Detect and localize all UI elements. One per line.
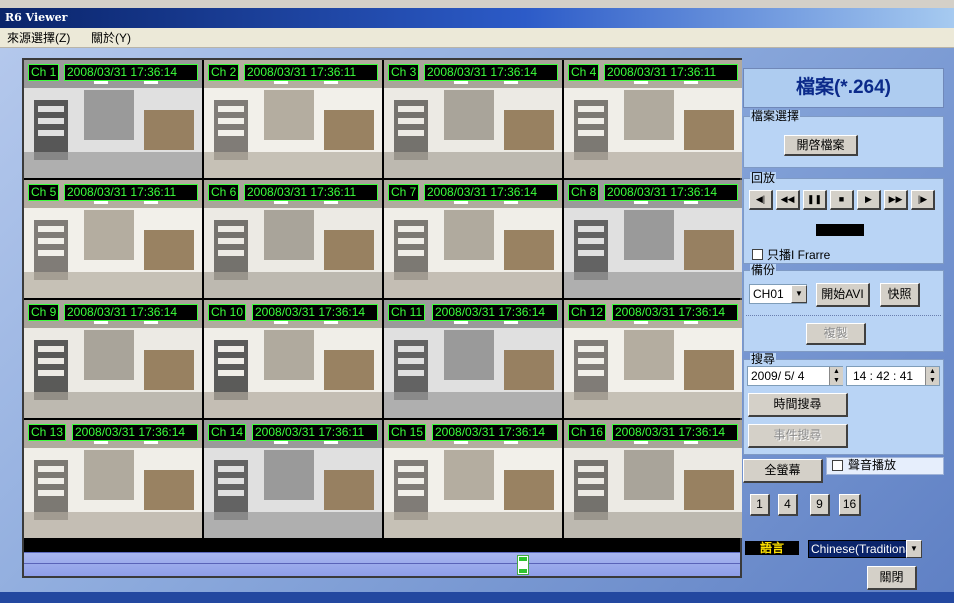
- date-spin-icon[interactable]: ▲ ▼: [829, 367, 843, 385]
- iframe-only-label: 只播I Frarre: [767, 248, 831, 262]
- timeline-track-top: [24, 540, 740, 552]
- camera-timestamp: 2008/03/31 17:36:14: [64, 64, 198, 81]
- layout-9-button[interactable]: 9: [810, 494, 830, 516]
- camera-channel-label: Ch 5: [28, 184, 60, 201]
- menu-source-select[interactable]: 來源選擇(Z): [7, 30, 70, 46]
- language-label: 語言: [745, 541, 799, 555]
- camera-view[interactable]: Ch 1 2008/03/31 17:36:14: [24, 60, 202, 178]
- divider: [746, 315, 941, 316]
- camera-timestamp: 2008/03/31 17:36:11: [244, 64, 378, 81]
- camera-timestamp: 2008/03/31 17:36:14: [72, 424, 198, 441]
- camera-channel-label: Ch 11: [388, 304, 426, 321]
- time-search-button[interactable]: 時間搜尋: [748, 393, 848, 417]
- window-title: R6 Viewer: [0, 8, 954, 28]
- iframe-only-checkbox[interactable]: [752, 249, 763, 260]
- close-button[interactable]: 關閉: [867, 566, 917, 590]
- camera-timestamp: 2008/03/31 17:36:14: [424, 64, 558, 81]
- camera-channel-label: Ch 2: [208, 64, 240, 81]
- playback-title: 回放: [750, 171, 777, 185]
- camera-timestamp: 2008/03/31 17:36:14: [64, 304, 198, 321]
- rewind-icon[interactable]: ◀◀: [776, 190, 800, 210]
- camera-channel-label: Ch 12: [568, 304, 607, 321]
- camera-channel-label: Ch 13: [28, 424, 67, 441]
- camera-channel-label: Ch 7: [388, 184, 420, 201]
- camera-view[interactable]: Ch 11 2008/03/31 17:36:14: [384, 300, 562, 418]
- camera-channel-label: Ch 3: [388, 64, 420, 81]
- camera-channel-label: Ch 16: [568, 424, 607, 441]
- file-select-group: 檔案選擇 開啓檔案: [743, 110, 944, 168]
- backup-title: 備份: [750, 263, 777, 277]
- fullscreen-button[interactable]: 全螢幕: [743, 459, 823, 483]
- playback-timeline[interactable]: [24, 552, 740, 576]
- camera-channel-label: Ch 6: [208, 184, 240, 201]
- camera-channel-label: Ch 14: [208, 424, 247, 441]
- camera-view[interactable]: Ch 13 2008/03/31 17:36:14: [24, 420, 202, 538]
- camera-timestamp: 2008/03/31 17:36:14: [604, 184, 738, 201]
- camera-timestamp: 2008/03/31 17:36:14: [612, 304, 738, 321]
- camera-view[interactable]: Ch 12 2008/03/31 17:36:14: [564, 300, 742, 418]
- copy-button[interactable]: 複製: [806, 323, 866, 345]
- menu-about[interactable]: 關於(Y): [91, 30, 131, 46]
- camera-timestamp: 2008/03/31 17:36:14: [432, 424, 558, 441]
- window-bottom-edge: [0, 592, 954, 603]
- file-select-title: 檔案選擇: [750, 109, 801, 123]
- camera-view[interactable]: Ch 3 2008/03/31 17:36:14: [384, 60, 562, 178]
- camera-view[interactable]: Ch 10 2008/03/31 17:36:14: [204, 300, 382, 418]
- camera-timestamp: 2008/03/31 17:36:14: [612, 424, 738, 441]
- snapshot-button[interactable]: 快照: [880, 283, 920, 307]
- camera-view[interactable]: Ch 7 2008/03/31 17:36:14: [384, 180, 562, 298]
- camera-channel-label: Ch 9: [28, 304, 60, 321]
- camera-timestamp: 2008/03/31 17:36:11: [604, 64, 738, 81]
- timeline-position-marker[interactable]: [517, 555, 529, 575]
- camera-timestamp: 2008/03/31 17:36:14: [424, 184, 558, 201]
- camera-view[interactable]: Ch 14 2008/03/31 17:36:11: [204, 420, 382, 538]
- camera-timestamp: 2008/03/31 17:36:11: [252, 424, 378, 441]
- timeline-line: [24, 563, 740, 564]
- camera-timestamp: 2008/03/31 17:36:14: [252, 304, 378, 321]
- language-chevron-down-icon[interactable]: ▼: [906, 540, 922, 558]
- camera-view[interactable]: Ch 15 2008/03/31 17:36:14: [384, 420, 562, 538]
- video-grid: Ch 1 2008/03/31 17:36:14 Ch 2 2008/03/31 17…: [22, 58, 742, 578]
- camera-channel-label: Ch 10: [208, 304, 247, 321]
- step-forward-icon[interactable]: |▶: [911, 190, 935, 210]
- camera-view[interactable]: Ch 9 2008/03/31 17:36:14: [24, 300, 202, 418]
- app-window: R6 Viewer 來源選擇(Z) 關於(Y) Ch 1 2008/03/31 1…: [0, 0, 954, 603]
- time-spin-icon[interactable]: ▲ ▼: [925, 367, 939, 385]
- search-title: 搜尋: [750, 352, 777, 366]
- pause-icon[interactable]: ❚❚: [803, 190, 827, 210]
- play-icon[interactable]: ▶: [857, 190, 881, 210]
- stop-icon[interactable]: ■: [830, 190, 854, 210]
- camera-channel-label: Ch 1: [28, 64, 60, 81]
- camera-channel-label: Ch 4: [568, 64, 600, 81]
- camera-view[interactable]: Ch 4 2008/03/31 17:36:11: [564, 60, 742, 178]
- audio-label: 聲音播放: [848, 458, 897, 472]
- language-select[interactable]: Chinese(Traditional): [808, 540, 908, 558]
- chevron-down-icon[interactable]: ▼: [791, 285, 807, 303]
- open-file-button[interactable]: 開啓檔案: [784, 135, 858, 156]
- camera-timestamp: 2008/03/31 17:36:14: [432, 304, 558, 321]
- layout-1-button[interactable]: 1: [750, 494, 770, 516]
- fast-forward-icon[interactable]: ▶▶: [884, 190, 908, 210]
- playback-speed-display: [816, 224, 864, 236]
- start-avi-button[interactable]: 開始AVI: [816, 283, 870, 307]
- camera-timestamp: 2008/03/31 17:36:11: [244, 184, 378, 201]
- camera-channel-label: Ch 8: [568, 184, 600, 201]
- event-search-button[interactable]: 事件搜尋: [748, 424, 848, 448]
- camera-timestamp: 2008/03/31 17:36:11: [64, 184, 198, 201]
- file-type-header: 檔案(*.264): [743, 68, 944, 108]
- camera-channel-label: Ch 15: [388, 424, 427, 441]
- audio-checkbox[interactable]: [832, 460, 843, 471]
- camera-view[interactable]: Ch 2 2008/03/31 17:36:11: [204, 60, 382, 178]
- camera-view[interactable]: Ch 6 2008/03/31 17:36:11: [204, 180, 382, 298]
- camera-view[interactable]: Ch 8 2008/03/31 17:36:14: [564, 180, 742, 298]
- step-back-icon[interactable]: ◀|: [749, 190, 773, 210]
- camera-view[interactable]: Ch 5 2008/03/31 17:36:11: [24, 180, 202, 298]
- layout-16-button[interactable]: 16: [839, 494, 861, 516]
- camera-view[interactable]: Ch 16 2008/03/31 17:36:14: [564, 420, 742, 538]
- menu-bar: 來源選擇(Z) 關於(Y): [0, 28, 954, 48]
- layout-4-button[interactable]: 4: [778, 494, 798, 516]
